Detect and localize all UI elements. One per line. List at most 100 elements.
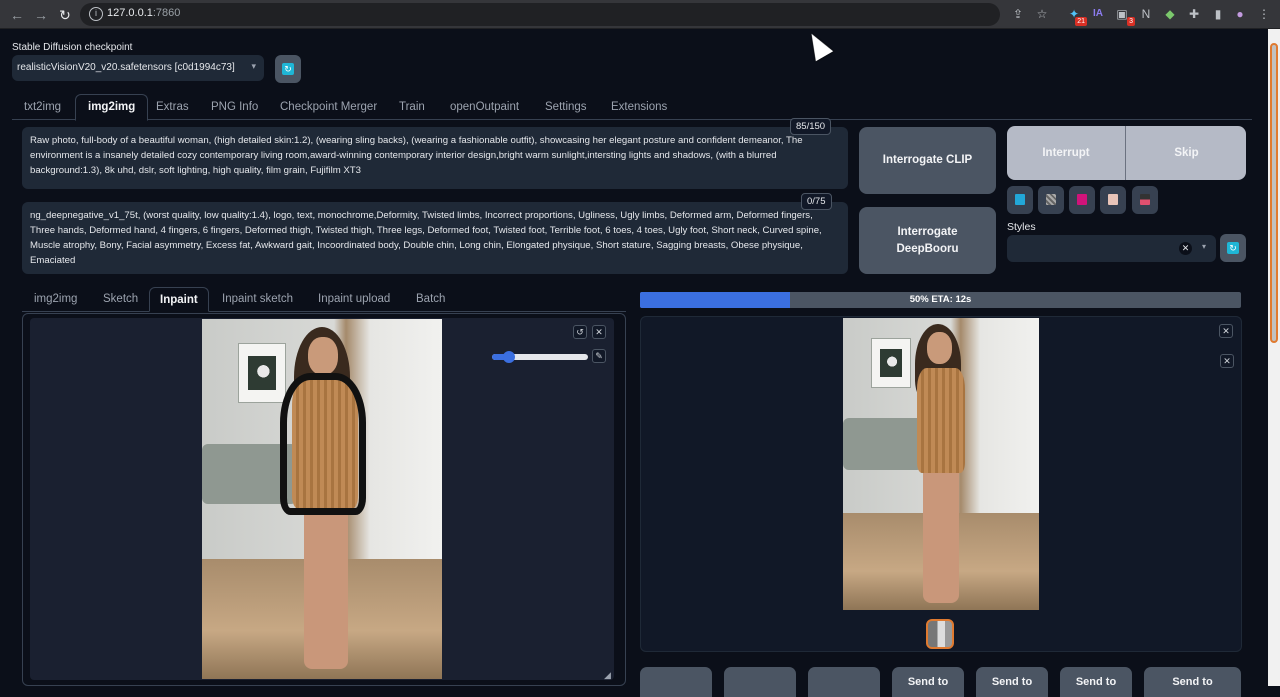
inpaint-source-image[interactable] bbox=[202, 319, 442, 679]
close-image-icon[interactable]: ✕ bbox=[1219, 324, 1233, 338]
send-to-extras-button[interactable]: Send to bbox=[1060, 667, 1132, 697]
negative-token-counter: 0/75 bbox=[801, 193, 832, 210]
tab-png-info[interactable]: PNG Info bbox=[211, 94, 258, 120]
url-port: :7860 bbox=[152, 7, 181, 19]
page-scrollbar[interactable] bbox=[1268, 29, 1280, 686]
interrogate-deepbooru-button[interactable]: Interrogate DeepBooru bbox=[859, 207, 996, 274]
face bbox=[308, 337, 338, 375]
negative-prompt-input[interactable]: ng_deepnegative_v1_75t, (worst quality, … bbox=[22, 202, 848, 274]
dress bbox=[917, 368, 965, 473]
profile-avatar-icon[interactable]: ● bbox=[1232, 6, 1248, 22]
bookmark-star-icon[interactable]: ☆ bbox=[1034, 6, 1050, 22]
send-to-inpaint-button[interactable]: Send to bbox=[976, 667, 1048, 697]
inpaint-canvas[interactable] bbox=[30, 318, 614, 680]
interrogate-clip-button[interactable]: Interrogate CLIP bbox=[859, 127, 996, 194]
side-panel-icon[interactable]: ▮ bbox=[1210, 6, 1226, 22]
progress-label: 50% ETA: 12s bbox=[909, 294, 972, 305]
close-gallery-icon[interactable]: ✕ bbox=[1220, 354, 1234, 368]
refresh-icon: ↻ bbox=[1227, 242, 1239, 254]
menu-kebab-icon[interactable]: ⋮ bbox=[1256, 6, 1272, 22]
picture-frame bbox=[238, 343, 286, 403]
brush-icon[interactable]: ✎ bbox=[592, 349, 606, 363]
clipboard-icon bbox=[1108, 194, 1118, 205]
chevron-down-icon: ▾ bbox=[1201, 242, 1206, 251]
read-params-icon bbox=[1015, 194, 1025, 205]
tab-img2img[interactable]: img2img bbox=[75, 94, 149, 121]
face bbox=[927, 332, 952, 364]
checkpoint-value: realisticVisionV20_v20.safetensors [c0d1… bbox=[17, 62, 235, 73]
extensions-puzzle-icon[interactable]: ✚ bbox=[1186, 6, 1202, 22]
scrollbar-thumb[interactable] bbox=[1270, 43, 1278, 343]
interrupt-button[interactable]: Interrupt bbox=[1007, 126, 1126, 180]
tab-openoutpaint[interactable]: openOutpaint bbox=[450, 94, 519, 120]
tab-checkpoint-merger[interactable]: Checkpoint Merger bbox=[280, 94, 377, 120]
send-to-openoutpaint-button[interactable]: Send to bbox=[1144, 667, 1241, 697]
screen-extension-icon[interactable]: ▣ 3 bbox=[1114, 6, 1135, 26]
extension-badge: 21 bbox=[1075, 17, 1087, 26]
extension-badge: 3 bbox=[1127, 17, 1135, 26]
refresh-icon: ↻ bbox=[282, 63, 294, 75]
share-icon[interactable]: ⇪ bbox=[1010, 6, 1026, 22]
trash-icon bbox=[1046, 194, 1056, 205]
tab-settings[interactable]: Settings bbox=[545, 94, 587, 120]
output-image[interactable] bbox=[843, 318, 1039, 610]
output-gallery: ✕ bbox=[640, 316, 1242, 652]
checkpoint-dropdown[interactable]: realisticVisionV20_v20.safetensors [c0d1… bbox=[12, 55, 264, 81]
send-to-img2img-button[interactable]: Send to bbox=[892, 667, 964, 697]
picture-frame bbox=[871, 338, 911, 388]
reload-icon[interactable]: ↻ bbox=[56, 6, 74, 24]
open-folder-button[interactable] bbox=[640, 667, 712, 697]
clear-canvas-icon[interactable]: ✕ bbox=[592, 325, 606, 339]
undo-icon[interactable]: ↺ bbox=[573, 325, 587, 339]
subtab-batch[interactable]: Batch bbox=[416, 293, 445, 305]
tab-extensions[interactable]: Extensions bbox=[611, 94, 667, 120]
tab-txt2img[interactable]: txt2img bbox=[24, 94, 61, 120]
inpaint-mask bbox=[280, 373, 366, 515]
save-style-button[interactable] bbox=[1132, 186, 1158, 214]
subtab-inpaint[interactable]: Inpaint bbox=[149, 287, 209, 312]
tab-train[interactable]: Train bbox=[399, 94, 425, 120]
gallery-thumbnail-selected[interactable] bbox=[926, 619, 954, 649]
address-bar[interactable]: i 127.0.0.1:7860 bbox=[80, 3, 1000, 26]
subtab-inpaint-sketch[interactable]: Inpaint sketch bbox=[222, 293, 293, 305]
brush-size-slider[interactable] bbox=[492, 351, 588, 363]
skip-button[interactable]: Skip bbox=[1127, 126, 1246, 180]
webui-app: Stable Diffusion checkpoint realisticVis… bbox=[0, 30, 1268, 697]
subtab-sketch[interactable]: Sketch bbox=[103, 293, 138, 305]
url-host: 127.0.0.1 bbox=[107, 7, 153, 19]
prompt-token-counter: 85/150 bbox=[790, 118, 832, 135]
tab-extras[interactable]: Extras bbox=[156, 94, 189, 120]
styles-dropdown[interactable]: ✕ ▾ bbox=[1007, 235, 1216, 262]
save-button[interactable] bbox=[724, 667, 796, 697]
styles-label: Styles bbox=[1007, 221, 1036, 233]
extension-icon[interactable]: ✦ 21 bbox=[1066, 6, 1087, 26]
zip-button[interactable] bbox=[808, 667, 880, 697]
extra-networks-button[interactable] bbox=[1069, 186, 1095, 214]
browser-toolbar: ← → ↻ i 127.0.0.1:7860 ⇪ ☆ ✦ 21 IA ▣ 3 N ◆… bbox=[0, 0, 1280, 29]
clear-prompt-button[interactable] bbox=[1038, 186, 1064, 214]
colorful-extension-icon[interactable]: ◆ bbox=[1162, 6, 1178, 22]
site-info-icon[interactable]: i bbox=[89, 7, 103, 21]
refresh-styles-button[interactable]: ↻ bbox=[1220, 234, 1246, 262]
refresh-checkpoint-button[interactable]: ↻ bbox=[275, 55, 301, 83]
prompt-input[interactable]: Raw photo, full-body of a beautiful woma… bbox=[22, 127, 848, 189]
sofa bbox=[843, 418, 923, 470]
resize-handle-icon[interactable]: ◢ bbox=[604, 670, 611, 681]
back-icon[interactable]: ← bbox=[8, 6, 26, 24]
interrupt-skip-group: Interrupt Skip bbox=[1007, 126, 1246, 180]
extra-networks-icon bbox=[1077, 194, 1087, 205]
read-params-button[interactable] bbox=[1007, 186, 1033, 214]
main-tabs: txt2img img2img Extras PNG Info Checkpoi… bbox=[12, 94, 1252, 121]
subtab-img2img[interactable]: img2img bbox=[34, 293, 77, 305]
subtab-inpaint-upload[interactable]: Inpaint upload bbox=[318, 293, 390, 305]
ia-extension-icon[interactable]: IA bbox=[1090, 6, 1106, 22]
checkpoint-label: Stable Diffusion checkpoint bbox=[12, 42, 133, 53]
save-style-icon bbox=[1140, 194, 1150, 205]
apply-style-button[interactable] bbox=[1100, 186, 1126, 214]
forward-icon[interactable]: → bbox=[32, 6, 50, 24]
progress-bar: 50% ETA: 12s bbox=[640, 292, 1241, 308]
notion-icon[interactable]: N bbox=[1138, 6, 1154, 22]
legs bbox=[304, 489, 348, 669]
clear-styles-icon[interactable]: ✕ bbox=[1179, 242, 1192, 255]
chevron-down-icon: ▾ bbox=[251, 61, 256, 71]
